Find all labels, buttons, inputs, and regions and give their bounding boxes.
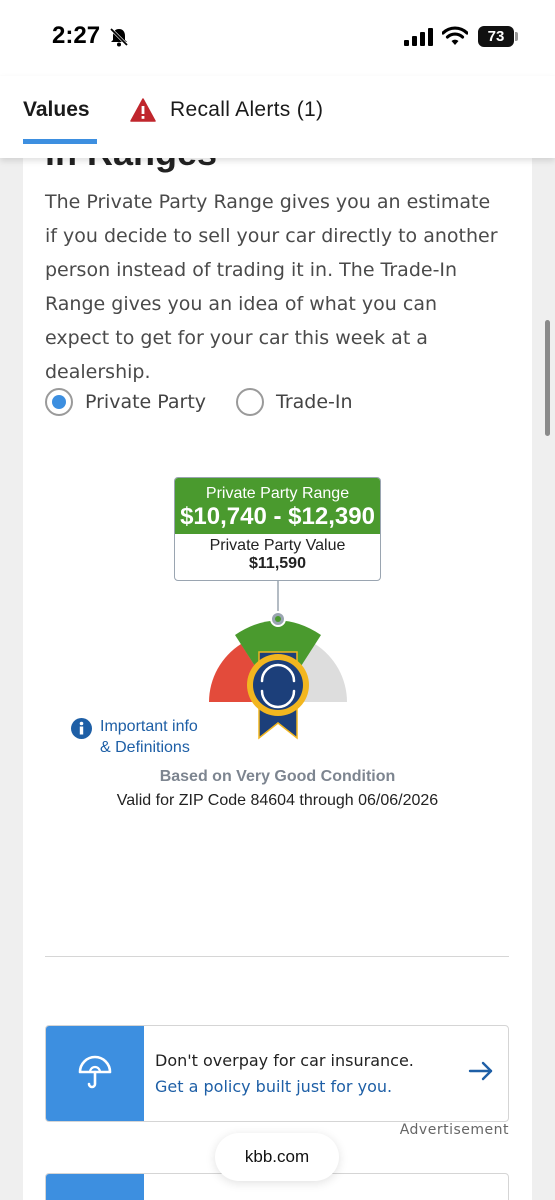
range-title: Private Party Range: [205, 485, 350, 502]
tab-values[interactable]: Values: [23, 98, 90, 122]
ad-link-text[interactable]: Get a policy built just for you.: [155, 1077, 392, 1096]
arrow-right-icon[interactable]: [468, 1059, 494, 1083]
range-value: $10,740 - $12,390: [180, 503, 375, 530]
battery-indicator: 73: [478, 26, 514, 47]
section-description: The Private Party Range gives you an est…: [45, 191, 498, 383]
value-section: Private Party Value $11,590: [175, 534, 380, 573]
umbrella-icon: [78, 1055, 112, 1089]
important-info-line2: & Definitions: [100, 739, 190, 756]
scrollbar-thumb[interactable]: [545, 320, 550, 436]
status-time: 2:27: [52, 22, 101, 49]
value-range-box: Private Party Range $10,740 - $12,390 Pr…: [174, 477, 381, 581]
radio-private-party[interactable]: Private Party: [45, 388, 206, 416]
radio-private-party-control[interactable]: [45, 388, 73, 416]
important-info-link[interactable]: Important info & Definitions: [71, 716, 198, 758]
radio-trade-in[interactable]: Trade-In: [236, 388, 353, 416]
browser-url-pill[interactable]: kbb.com: [215, 1133, 339, 1181]
radio-private-party-label: Private Party: [85, 391, 207, 413]
second-ad-icon-panel: [46, 1174, 144, 1200]
section-divider: [45, 956, 509, 957]
value-amount: $11,590: [249, 555, 306, 572]
values-card: in Ranges The Private Party Range gives …: [23, 132, 532, 1200]
insurance-ad[interactable]: Don't overpay for car insurance. Get a p…: [45, 1025, 509, 1122]
radio-trade-in-control[interactable]: [236, 388, 264, 416]
condition-label: Based on Very Good Condition: [159, 768, 396, 785]
bell-muted-icon: [109, 27, 129, 47]
status-bar: 2:27 73: [0, 0, 555, 76]
warning-icon: [130, 98, 156, 122]
info-icon: [71, 718, 92, 739]
validity-label: Valid for ZIP Code 84604 through 06/06/2…: [116, 792, 439, 809]
ad-headline: Don't overpay for car insurance.: [155, 1051, 414, 1070]
range-header: Private Party Range $10,740 - $12,390: [175, 478, 380, 534]
battery-nub: [515, 32, 518, 41]
wifi-icon: [442, 26, 468, 45]
tab-recall-label: Recall Alerts (1): [170, 98, 324, 121]
tab-active-indicator: [23, 139, 97, 144]
tab-bar: Values Recall Alerts (1): [0, 76, 555, 158]
tab-recall-alerts[interactable]: Recall Alerts (1): [130, 98, 323, 122]
important-info-text[interactable]: Important info & Definitions: [100, 716, 198, 758]
radio-trade-in-label: Trade-In: [276, 391, 353, 413]
cell-signal-icon: [404, 28, 433, 46]
important-info-line1: Important info: [100, 718, 198, 735]
ad-icon-panel: [46, 1026, 144, 1121]
value-label: Private Party Value: [209, 537, 346, 554]
value-gauge: [209, 580, 347, 740]
